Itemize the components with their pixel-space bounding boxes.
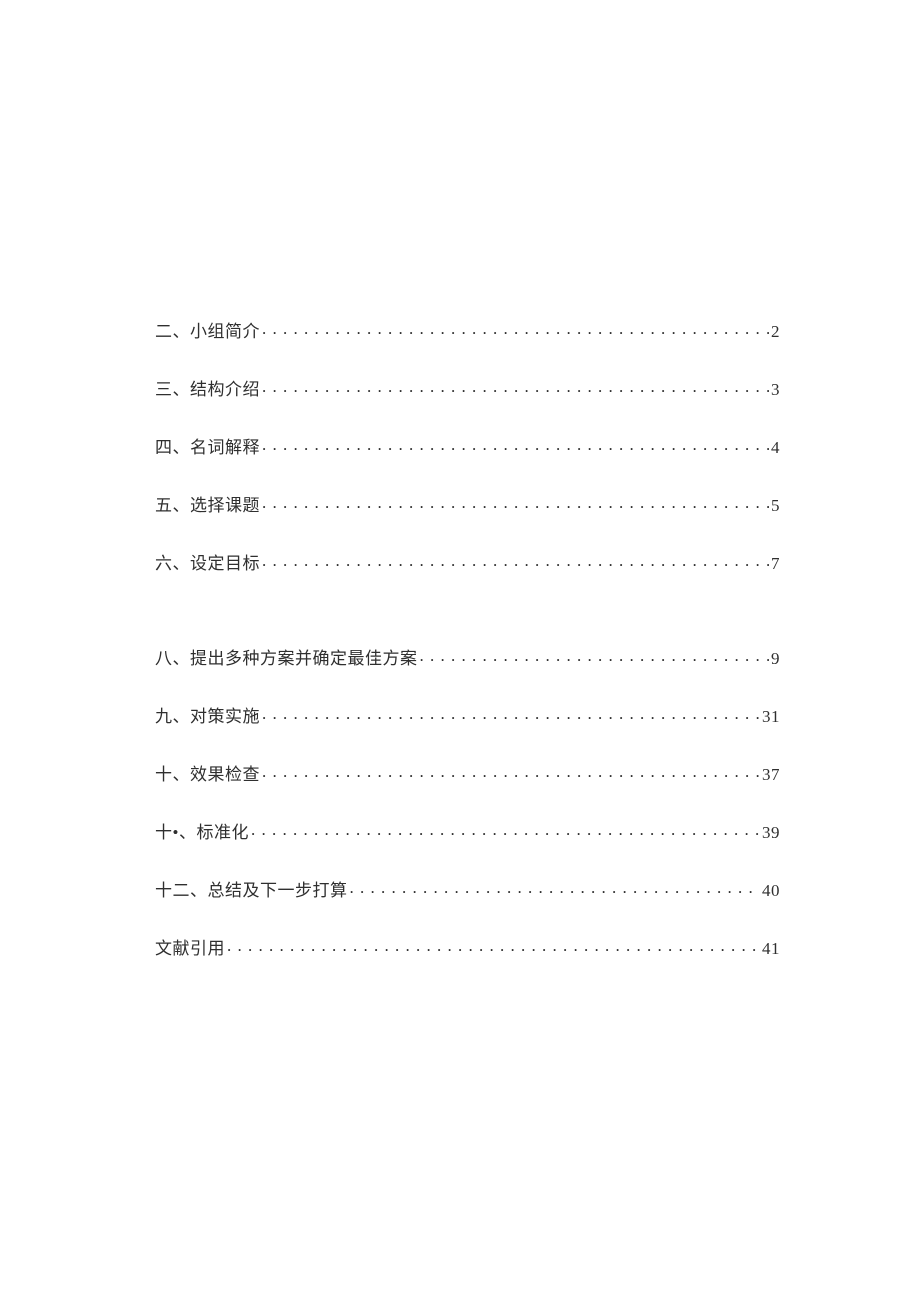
toc-leader-dots bbox=[262, 378, 769, 395]
toc-leader-dots bbox=[262, 320, 769, 337]
toc-leader-dots bbox=[262, 436, 769, 453]
toc-page-number: 9 bbox=[771, 650, 780, 667]
toc-leader-dots bbox=[262, 705, 760, 722]
toc-page-number: 37 bbox=[762, 766, 780, 783]
toc-group-2: 八、提出多种方案并确定最佳方案 9 九、对策实施 31 十、效果检查 37 十•… bbox=[155, 647, 780, 957]
toc-leader-dots bbox=[420, 647, 770, 664]
toc-entry: 十•、标准化 39 bbox=[155, 821, 780, 841]
toc-entry: 四、名词解释 4 bbox=[155, 436, 780, 456]
toc-entry: 九、对策实施 31 bbox=[155, 705, 780, 725]
toc-title: 十•、标准化 bbox=[155, 824, 249, 841]
toc-entry: 二、小组简介 2 bbox=[155, 320, 780, 340]
toc-leader-dots bbox=[251, 821, 760, 838]
toc-page-number: 40 bbox=[762, 882, 780, 899]
toc-title: 三、结构介绍 bbox=[155, 381, 260, 398]
toc-title: 六、设定目标 bbox=[155, 555, 260, 572]
toc-entry: 三、结构介绍 3 bbox=[155, 378, 780, 398]
toc-entry: 十二、总结及下一步打算 40 bbox=[155, 879, 780, 899]
toc-page-number: 2 bbox=[771, 323, 780, 340]
toc-entry: 五、选择课题 5 bbox=[155, 494, 780, 514]
toc-page-number: 39 bbox=[762, 824, 780, 841]
toc-page-number: 31 bbox=[762, 708, 780, 725]
toc-title: 八、提出多种方案并确定最佳方案 bbox=[155, 650, 418, 667]
toc-entry: 十、效果检查 37 bbox=[155, 763, 780, 783]
toc-leader-dots bbox=[350, 879, 761, 896]
toc-leader-dots bbox=[262, 552, 769, 569]
toc-entry: 文献引用 41 bbox=[155, 937, 780, 957]
toc-entry: 六、设定目标 7 bbox=[155, 552, 780, 572]
toc-entry: 八、提出多种方案并确定最佳方案 9 bbox=[155, 647, 780, 667]
toc-leader-dots bbox=[227, 937, 760, 954]
toc-group-1: 二、小组简介 2 三、结构介绍 3 四、名词解释 4 五、选择课题 5 六、设定… bbox=[155, 320, 780, 572]
toc-leader-dots bbox=[262, 763, 760, 780]
toc-title: 二、小组简介 bbox=[155, 323, 260, 340]
toc-page-number: 7 bbox=[771, 555, 780, 572]
toc-page-number: 3 bbox=[771, 381, 780, 398]
toc-title: 四、名词解释 bbox=[155, 439, 260, 456]
toc-page-number: 4 bbox=[771, 439, 780, 456]
toc-page-number: 5 bbox=[771, 497, 780, 514]
toc-page: 二、小组简介 2 三、结构介绍 3 四、名词解释 4 五、选择课题 5 六、设定… bbox=[155, 320, 780, 957]
toc-leader-dots bbox=[262, 494, 769, 511]
toc-title: 十二、总结及下一步打算 bbox=[155, 882, 348, 899]
toc-page-number: 41 bbox=[762, 940, 780, 957]
toc-title: 文献引用 bbox=[155, 940, 225, 957]
toc-title: 九、对策实施 bbox=[155, 708, 260, 725]
toc-title: 十、效果检查 bbox=[155, 766, 260, 783]
toc-title: 五、选择课题 bbox=[155, 497, 260, 514]
